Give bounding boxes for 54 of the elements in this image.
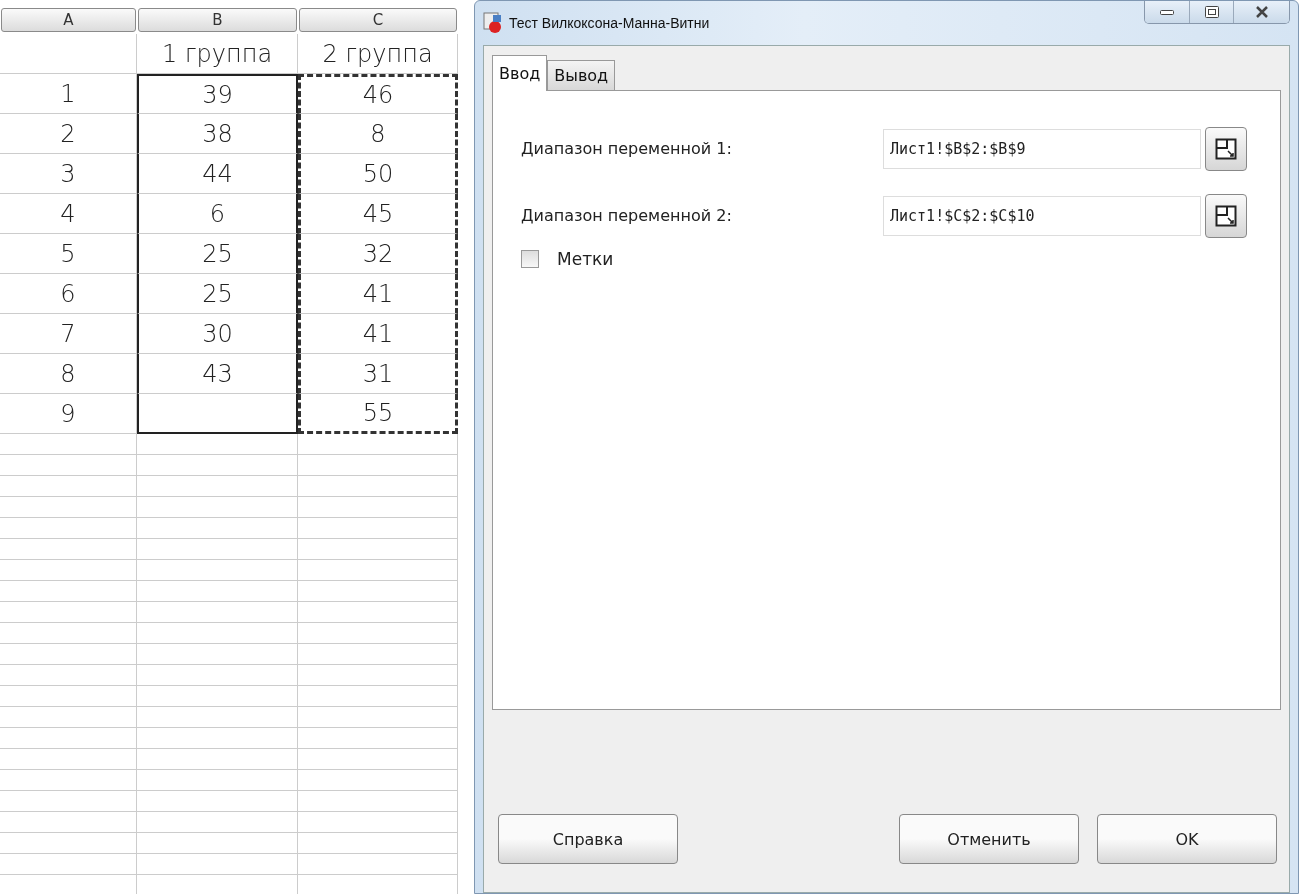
dialog-button[interactable]: Отменить	[899, 814, 1079, 864]
input-field[interactable]: Лист1!$B$2:$B$9	[883, 128, 1201, 169]
table-cell: 4	[0, 194, 137, 234]
range-picker-button[interactable]	[1205, 126, 1247, 171]
tab[interactable]: Вывод	[547, 60, 616, 90]
range-picker-icon	[1215, 137, 1237, 160]
window-title: Тест Вилкоксона-Манна-Витни	[509, 15, 711, 31]
table-cell: 39	[137, 74, 298, 114]
help-button[interactable]: Справка	[498, 814, 678, 864]
table-cell: 25	[137, 274, 298, 314]
table-cell: 41	[298, 274, 458, 314]
table-cell: 2	[0, 114, 137, 154]
table-cell: 8	[298, 114, 458, 154]
table-cell: 31	[298, 354, 458, 394]
maximize-button[interactable]	[1189, 1, 1233, 23]
column-header[interactable]: A	[1, 8, 136, 32]
checkbox[interactable]	[521, 250, 539, 268]
tab[interactable]: Ввод	[492, 55, 548, 91]
range-picker-button[interactable]	[1205, 193, 1247, 238]
close-icon	[1254, 6, 1269, 18]
table-cell: 9	[0, 394, 137, 434]
table-cell: 2 группа	[298, 34, 458, 74]
table-cell: 38	[137, 114, 298, 154]
table-cell: 5	[0, 234, 137, 274]
checkbox-label: Метки	[557, 249, 614, 269]
table-cell: 45	[298, 194, 458, 234]
table-cell: 44	[137, 154, 298, 194]
table-cell: 55	[298, 394, 458, 434]
table-cell: 46	[298, 74, 458, 114]
table-cell: 25	[137, 234, 298, 274]
table-cell: 7	[0, 314, 137, 354]
table-cell: 43	[137, 354, 298, 394]
range-picker-icon	[1215, 204, 1237, 227]
table-cell: 3	[0, 154, 137, 194]
maximize-icon	[1204, 6, 1219, 18]
field-label: Диапазон переменной 2:	[521, 206, 733, 225]
column-header[interactable]: C	[299, 8, 457, 32]
input-field[interactable]: Лист1!$C$2:$C$10	[883, 195, 1201, 236]
table-cell: 1	[0, 74, 137, 114]
field-label: Диапазон переменной 1:	[521, 139, 733, 158]
close-button[interactable]	[1233, 1, 1289, 23]
table-cell: 41	[298, 314, 458, 354]
column-header[interactable]: B	[138, 8, 297, 32]
table-cell: 6	[137, 194, 298, 234]
table-cell: 30	[137, 314, 298, 354]
minimize-icon	[1160, 8, 1174, 16]
minimize-button[interactable]	[1145, 1, 1189, 23]
app-icon	[483, 12, 503, 34]
dialog-button[interactable]: OK	[1097, 814, 1277, 864]
table-cell: 6	[0, 274, 137, 314]
table-cell: 8	[0, 354, 137, 394]
table-cell: 1 группа	[137, 34, 298, 74]
table-cell: 32	[298, 234, 458, 274]
table-cell: 50	[298, 154, 458, 194]
